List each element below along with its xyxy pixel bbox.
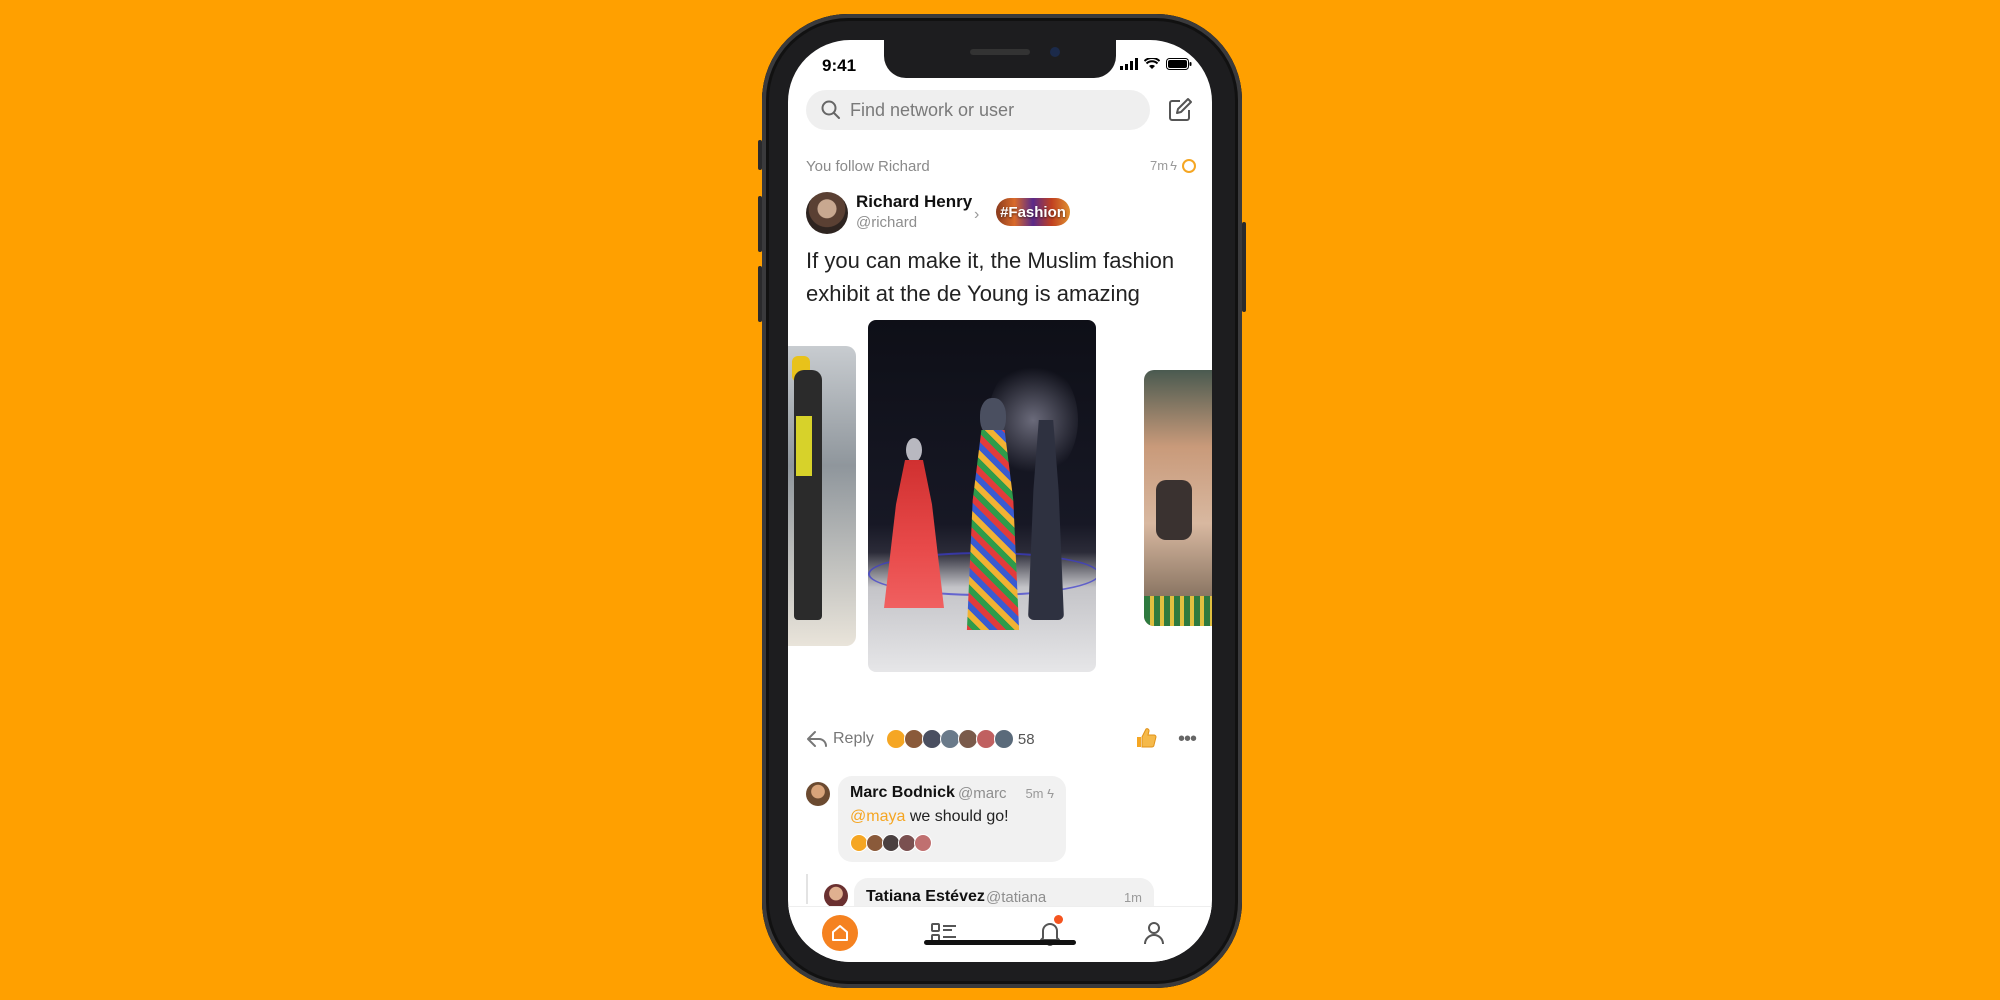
reactor-avatar — [975, 729, 996, 749]
reactor-avatar — [914, 834, 932, 852]
notification-badge — [1054, 915, 1063, 924]
comment-bubble[interactable]: Marc Bodnick @marc 5m ϟ @maya we should … — [838, 776, 1066, 862]
author-handle[interactable]: @richard — [856, 214, 917, 231]
phone-screen: 9:41 Find network or user You follow Ric… — [788, 40, 1212, 962]
front-camera — [1050, 47, 1060, 57]
reply-avatar[interactable] — [824, 884, 848, 908]
post-timestamp: 7m ϟ — [1150, 158, 1196, 173]
reactor-avatar — [921, 729, 942, 749]
image-figure — [884, 460, 944, 608]
gallery-image-previous[interactable] — [788, 346, 856, 646]
reply-author-handle[interactable]: @tatiana — [986, 889, 1046, 906]
reply-author-name[interactable]: Tatiana Estévez — [866, 888, 985, 906]
author-name[interactable]: Richard Henry — [856, 192, 972, 212]
image-figure — [906, 438, 922, 462]
comment-author-name[interactable]: Marc Bodnick — [850, 784, 955, 802]
follow-context: You follow Richard — [806, 158, 930, 175]
mention-link[interactable]: @maya — [850, 808, 905, 825]
progress-ring-icon — [1182, 158, 1196, 173]
tab-home[interactable] — [820, 913, 860, 953]
post-text: If you can make it, the Muslim fashion e… — [806, 248, 1175, 306]
status-icons — [1120, 58, 1192, 70]
image-figure — [794, 370, 822, 620]
notch — [884, 40, 1116, 78]
reply-time: 1m — [1123, 890, 1142, 905]
reply-button[interactable]: Reply — [833, 730, 874, 748]
reactor-avatar — [957, 729, 978, 749]
reactor-avatar — [939, 729, 960, 749]
thumbs-up-icon[interactable] — [1134, 726, 1158, 750]
volume-up-button — [758, 196, 762, 252]
wifi-icon — [1144, 58, 1160, 69]
tab-notifications[interactable] — [1030, 913, 1070, 953]
status-time: 9:41 — [822, 56, 857, 75]
home-indicator[interactable] — [924, 940, 1076, 945]
more-options-icon[interactable]: ••• — [1178, 728, 1197, 751]
tab-feed[interactable] — [924, 913, 964, 953]
compose-icon[interactable] — [1166, 96, 1194, 124]
gallery-image-next[interactable] — [1144, 370, 1212, 626]
comment-time: 5m ϟ — [1025, 786, 1054, 801]
comment-avatar[interactable] — [806, 782, 830, 806]
post-actions: Reply 58 ••• — [806, 726, 1197, 752]
reply-icon[interactable] — [806, 729, 828, 749]
mute-switch — [758, 140, 762, 170]
gallery-image-main[interactable] — [868, 320, 1096, 672]
search-input[interactable]: Find network or user — [850, 100, 1014, 121]
image-figure — [796, 416, 812, 476]
profile-icon — [1144, 922, 1164, 945]
comment-author-handle[interactable]: @marc — [958, 785, 1007, 802]
home-icon — [822, 915, 858, 951]
bolt-icon: ϟ — [1170, 158, 1177, 173]
tab-bar — [788, 906, 1212, 962]
comment-reactor-avatars[interactable] — [850, 834, 932, 852]
author-avatar[interactable] — [806, 192, 848, 234]
post-time: 7m — [1150, 158, 1169, 173]
image-figure — [1156, 480, 1192, 540]
reactor-avatar — [885, 729, 906, 749]
image-figure — [1144, 596, 1212, 626]
reactor-avatars[interactable] — [885, 729, 1014, 749]
network-tag[interactable]: #Fashion — [996, 198, 1070, 226]
tab-profile[interactable] — [1134, 913, 1174, 953]
signal-icon — [1120, 58, 1138, 70]
reactor-avatar — [903, 729, 924, 749]
search-bar[interactable]: Find network or user — [806, 90, 1150, 130]
chevron-right-icon: › — [974, 206, 980, 223]
volume-down-button — [758, 266, 762, 322]
comment-text: @maya we should go! — [850, 808, 1009, 826]
power-button — [1242, 222, 1246, 312]
reactor-avatar — [993, 729, 1014, 749]
reaction-count[interactable]: 58 — [1018, 731, 1035, 748]
comment-body: we should go! — [905, 808, 1009, 825]
battery-icon — [1166, 58, 1192, 70]
search-icon — [821, 100, 840, 119]
comment-time-value: 5m — [1025, 786, 1044, 801]
thread-line — [806, 874, 808, 904]
speaker — [970, 49, 1030, 55]
